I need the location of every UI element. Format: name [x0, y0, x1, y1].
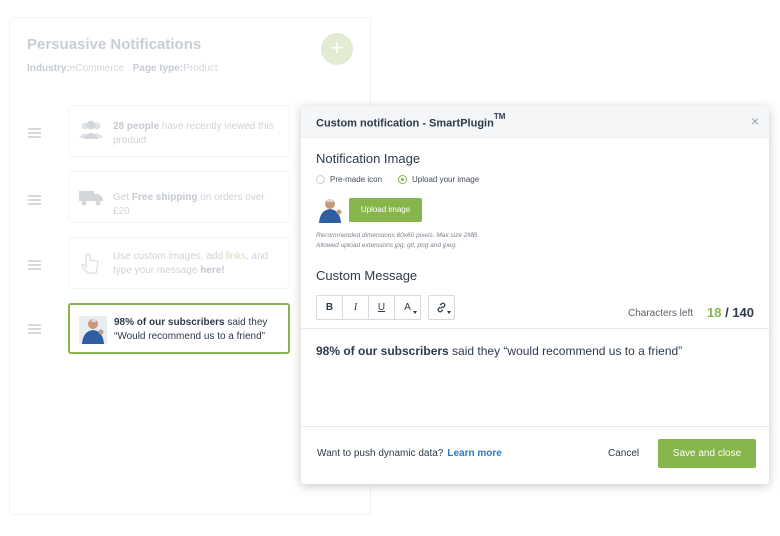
notification-card[interactable]: Get Free shipping on orders over £20 [68, 171, 290, 223]
page-meta: Industry:eCommerce Page type:Product [27, 63, 218, 74]
underline-button[interactable]: U [368, 295, 395, 320]
custom-message-title: Custom Message [316, 268, 418, 283]
custom-notification-modal: Custom notification - SmartPluginTM × No… [301, 106, 769, 484]
page-title: Persuasive Notifications [27, 36, 202, 53]
message-editor[interactable]: 98% of our subscribers said they “would … [301, 328, 769, 426]
drag-handle-icon[interactable] [28, 195, 41, 205]
image-source-radio-group: Pre-made icon Upload your image [316, 175, 495, 184]
notification-card-active[interactable]: 98% of our subscribers said they “Would … [68, 303, 290, 354]
add-notification-button[interactable]: + [321, 33, 353, 65]
people-icon [78, 120, 104, 145]
bold-button[interactable]: B [316, 295, 343, 320]
cancel-button[interactable]: Cancel [608, 448, 639, 459]
link-button[interactable] [428, 295, 455, 320]
avatar-image [79, 316, 107, 349]
text-color-button[interactable]: A [394, 295, 421, 320]
pointer-icon [78, 251, 102, 280]
close-icon[interactable]: × [751, 114, 759, 128]
drag-handle-icon[interactable] [28, 324, 41, 334]
notification-image-title: Notification Image [316, 151, 421, 166]
modal-header: Custom notification - SmartPluginTM × [301, 106, 769, 138]
truck-icon [78, 189, 104, 212]
drag-handle-icon[interactable] [28, 260, 41, 270]
save-and-close-button[interactable]: Save and close [658, 439, 756, 468]
radio-premade-icon[interactable] [316, 175, 325, 184]
notification-card[interactable]: Use custom images, add links, and type y… [68, 237, 290, 289]
characters-left-label: Characters left [628, 308, 694, 319]
push-dynamic-data-text: Want to push dynamic data? Learn more [317, 448, 502, 459]
radio-upload-image[interactable] [398, 175, 408, 184]
modal-footer: Want to push dynamic data? Learn more Can… [301, 426, 769, 484]
message-text: 98% of our subscribers said they “would … [316, 344, 683, 358]
characters-count: 18 / 140 [707, 305, 755, 320]
modal-title: Custom notification - SmartPluginTM [316, 112, 506, 130]
link-icon [436, 302, 447, 313]
editor-toolbar: B I U A [316, 295, 455, 320]
uploaded-image-preview [317, 197, 345, 228]
upload-help-text: Recommended dimensions 60x60 pixels. Max… [316, 232, 479, 249]
notification-card[interactable]: 28 people have recently viewed this prod… [68, 105, 290, 157]
drag-handle-icon[interactable] [28, 128, 41, 138]
italic-button[interactable]: I [342, 295, 369, 320]
learn-more-link[interactable]: Learn more [447, 448, 501, 459]
upload-image-button[interactable]: Upload image [349, 198, 422, 222]
